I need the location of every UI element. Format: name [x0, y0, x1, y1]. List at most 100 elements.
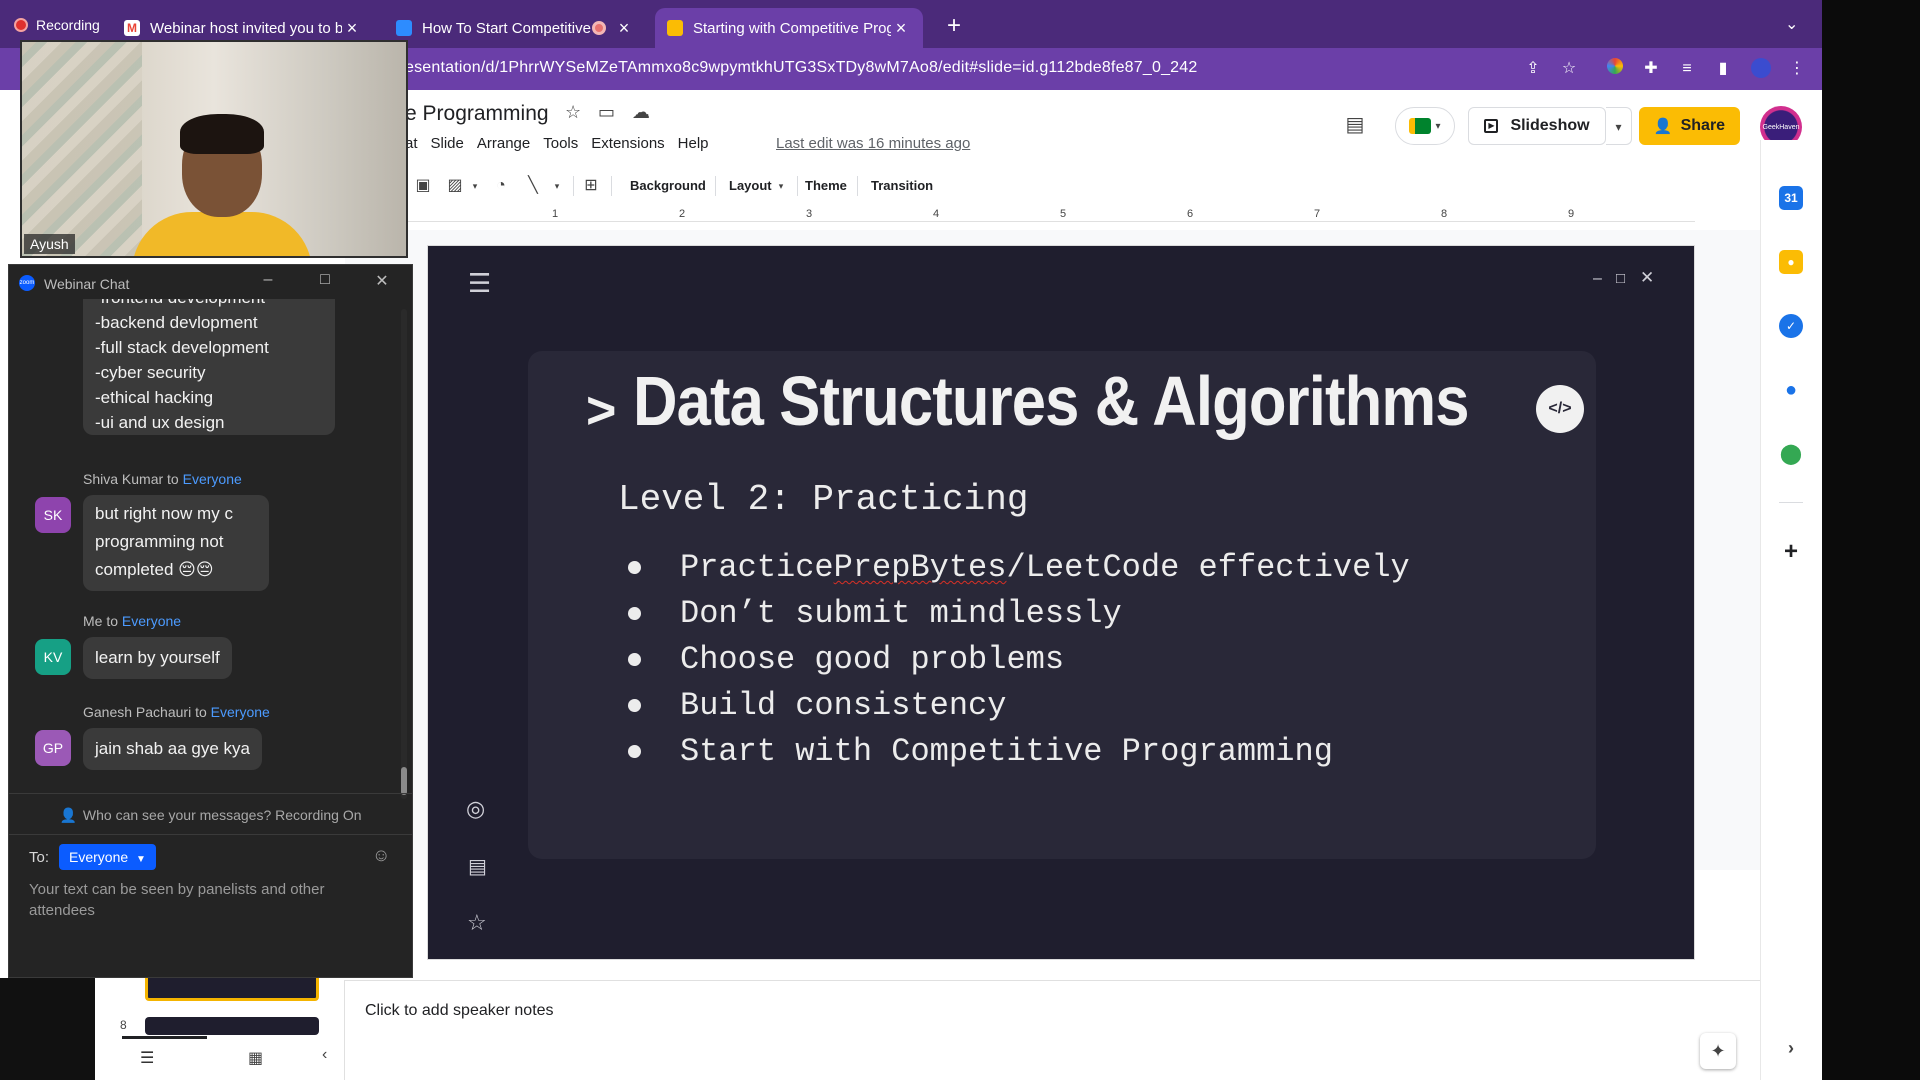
side-panel-icon[interactable]: ▮ [1712, 58, 1734, 80]
bullet-text: Start with Competitive Programming [680, 733, 1333, 770]
speaker-notes[interactable]: Click to add speaker notes [365, 1002, 554, 1020]
keep-icon[interactable]: ● [1779, 250, 1803, 274]
bookmark-star-icon[interactable]: ☆ [1558, 58, 1580, 80]
maximize-icon: □ [1616, 270, 1626, 287]
document-title[interactable]: e Programming [405, 102, 549, 126]
move-folder-icon[interactable]: ▭ [598, 102, 615, 123]
menu-slide[interactable]: Slide [431, 135, 464, 152]
close-tab-icon[interactable]: × [614, 18, 634, 39]
filmstrip-thumbnail-selected[interactable] [145, 975, 319, 1001]
add-addon-plus-icon[interactable]: + [1779, 540, 1803, 564]
side-panel-divider [1779, 502, 1803, 503]
new-tab-plus-icon[interactable]: + [940, 12, 968, 40]
bullet-item: Build consistency [628, 683, 1410, 729]
recipient-name[interactable]: Everyone [211, 704, 270, 720]
meet-button[interactable]: ▾ [1395, 107, 1455, 145]
comments-icon[interactable]: ▤ [1342, 112, 1368, 138]
collapse-filmstrip-chevron-icon[interactable]: ‹ [322, 1046, 327, 1064]
prompt-chevron: > [586, 382, 617, 440]
sender-to: to [167, 471, 179, 487]
to-label: To: [29, 849, 50, 866]
minimize-icon: – [1593, 270, 1602, 287]
menu-tools[interactable]: Tools [543, 135, 578, 152]
chat-messages: -frontend development -backend devlopmen… [9, 299, 397, 793]
theme-button[interactable]: Theme [805, 172, 847, 200]
avatar: GP [35, 730, 71, 766]
chat-privacy-notice[interactable]: 👤 Who can see your messages? Recording On [9, 793, 412, 835]
grid-view-icon[interactable]: ▦ [248, 1048, 263, 1068]
notes-divider[interactable] [345, 980, 1760, 981]
contacts-icon[interactable]: ● [1779, 378, 1803, 402]
show-side-panel-chevron-icon[interactable]: › [1779, 1036, 1803, 1060]
tasks-icon[interactable]: ✓ [1779, 314, 1803, 338]
filmstrip-thumbnail[interactable] [145, 1017, 319, 1035]
slideshow-button[interactable]: ▶ Slideshow [1468, 107, 1606, 145]
tab-how-to-start[interactable]: How To Start Competitive P × [384, 8, 646, 48]
chat-scrollbar[interactable] [401, 309, 407, 799]
explore-icon[interactable]: ✦ [1700, 1033, 1736, 1069]
chat-input[interactable] [29, 879, 389, 939]
menu-arrange[interactable]: Arrange [477, 135, 530, 152]
chat-title-bar: zoom Webinar Chat – □ ✕ [9, 265, 412, 299]
transition-button[interactable]: Transition [871, 172, 933, 200]
participant-name: Ayush [24, 234, 75, 254]
maximize-icon[interactable]: □ [314, 271, 336, 289]
layout-dropdown-icon[interactable]: ▾ [771, 176, 791, 196]
url-field[interactable]: esentation/d/1PhrrWYSeMZeTAmmxo8c9wpymtk… [405, 59, 1197, 77]
text-box-icon[interactable]: ▣ [413, 176, 433, 196]
ruler-number: 6 [1187, 208, 1194, 220]
filmstrip-dark-area [0, 978, 95, 1080]
close-tab-icon[interactable]: × [342, 18, 362, 39]
menu-help[interactable]: Help [678, 135, 709, 152]
menu-extensions[interactable]: Extensions [591, 135, 664, 152]
share-page-icon[interactable]: ⇪ [1522, 58, 1544, 80]
slideshow-dropdown-icon[interactable]: ▾ [1606, 107, 1632, 145]
gmail-icon: M [124, 20, 140, 36]
calendar-icon[interactable]: 31 [1779, 186, 1803, 210]
maps-icon[interactable]: ⬤ [1779, 442, 1803, 466]
tab-starting-competitive[interactable]: Starting with Competitive Prog × [655, 8, 923, 48]
extension-color-icon[interactable] [1604, 58, 1626, 80]
people-icon: 👤 [59, 807, 77, 823]
chat-bubble: learn by yourself [83, 637, 232, 679]
person-add-icon: 👤 [1653, 118, 1673, 135]
insert-image-icon[interactable]: ▨ [445, 176, 465, 196]
chat-scrollbar-thumb[interactable] [401, 767, 407, 795]
emoji-icon[interactable]: ☺ [372, 845, 390, 866]
browser-menu-icon[interactable]: ⋮ [1786, 58, 1808, 80]
filmstrip-slide-number: 8 [120, 1018, 127, 1032]
slide-bullet-list: Practice PrepBytes/LeetCode effectively … [628, 545, 1410, 775]
slide[interactable]: ☰ – □ ✕ ◎ ▤ ☆ > Data Structures & Algori… [427, 245, 1695, 960]
line-icon[interactable]: ╲ [523, 176, 543, 196]
close-tab-icon[interactable]: × [891, 18, 911, 39]
filmstrip-view-icon[interactable]: ☰ [140, 1048, 154, 1068]
profile-icon[interactable] [1750, 58, 1772, 80]
zoom-icon [396, 20, 412, 36]
recipient-name[interactable]: Everyone [122, 613, 181, 629]
close-icon[interactable]: ✕ [371, 271, 393, 291]
speaker-body [132, 212, 312, 256]
background-button[interactable]: Background [630, 172, 706, 200]
ruler-number: 2 [679, 208, 686, 220]
layout-button[interactable]: Layout [729, 172, 772, 200]
add-comment-icon[interactable]: ⊞ [581, 176, 601, 196]
star-icon[interactable]: ☆ [565, 102, 581, 123]
last-edit-link[interactable]: Last edit was 16 minutes ago [776, 135, 970, 152]
minimize-icon[interactable]: – [257, 271, 279, 289]
recipient-name[interactable]: Everyone [183, 471, 242, 487]
image-dropdown-icon[interactable]: ▾ [465, 176, 485, 196]
shape-icon[interactable]: ◔ [491, 176, 511, 196]
chat-title: Webinar Chat [44, 276, 130, 292]
media-queue-icon[interactable]: ≡ [1676, 58, 1698, 80]
extensions-puzzle-icon[interactable]: ✚ [1640, 58, 1662, 80]
play-icon: ▶ [1484, 119, 1499, 133]
line-dropdown-icon[interactable]: ▾ [547, 176, 567, 196]
webcam-video: Ayush [20, 40, 408, 258]
sender-name: Me [83, 613, 103, 629]
share-label: Share [1680, 117, 1726, 134]
recipient-select[interactable]: Everyone ▼ [59, 844, 156, 870]
share-button[interactable]: 👤 Share [1639, 107, 1740, 145]
sender-to: to [106, 613, 119, 629]
tab-search-chevron-icon[interactable]: ⌄ [1785, 14, 1798, 34]
ruler-number: 1 [552, 208, 559, 220]
